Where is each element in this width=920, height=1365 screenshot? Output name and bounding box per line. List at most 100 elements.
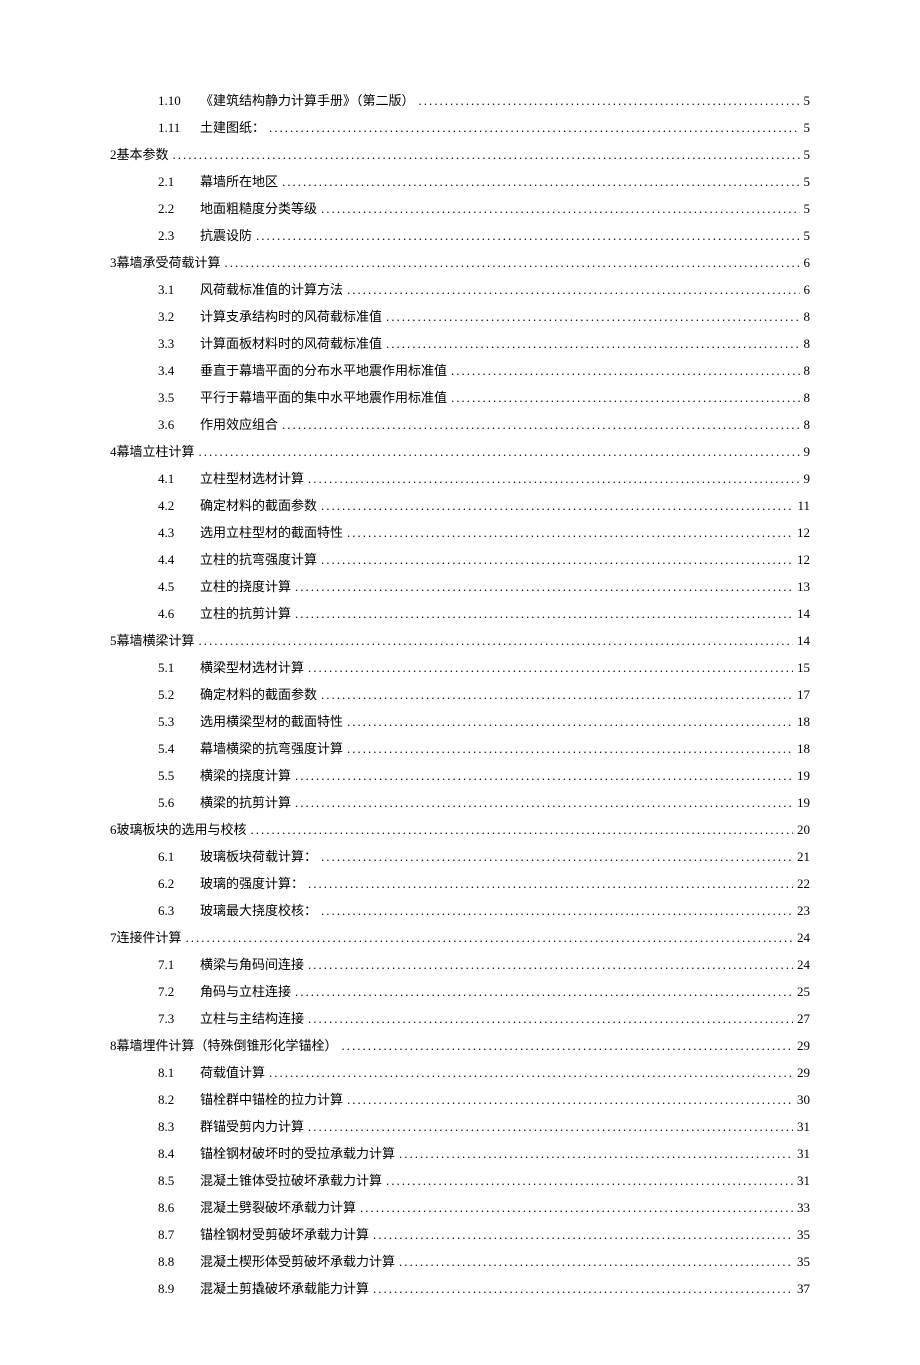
- toc-entry: 4.6立柱的抗剪计算14: [110, 603, 810, 622]
- toc-entry: 6 玻璃板块的选用与校核20: [110, 819, 810, 838]
- toc-leader-dots: [419, 93, 800, 109]
- toc-entry: 3.4垂直于幕墙平面的分布水平地震作用标准值8: [110, 360, 810, 379]
- toc-leader-dots: [295, 984, 793, 1000]
- table-of-contents: 1.10《建筑结构静力计算手册》（第二版）51.11土建图纸：52 基本参数52…: [110, 90, 810, 1297]
- toc-leader-dots: [342, 1038, 793, 1054]
- toc-entry-page: 30: [797, 1092, 810, 1108]
- toc-entry: 3.2计算支承结构时的风荷载标准值8: [110, 306, 810, 325]
- toc-entry-label: 《建筑结构静力计算手册》（第二版）: [200, 90, 415, 109]
- toc-entry-page: 20: [797, 822, 810, 838]
- toc-leader-dots: [347, 1092, 793, 1108]
- toc-entry-number: 8.5: [158, 1173, 200, 1189]
- toc-entry: 6.1玻璃板块荷载计算：21: [110, 846, 810, 865]
- toc-leader-dots: [321, 903, 793, 919]
- toc-entry: 7 连接件计算24: [110, 927, 810, 946]
- toc-entry-number: 6.3: [158, 903, 200, 919]
- toc-entry-number: 4.2: [158, 498, 200, 514]
- toc-leader-dots: [399, 1254, 793, 1270]
- toc-leader-dots: [321, 552, 793, 568]
- toc-leader-dots: [360, 1200, 793, 1216]
- toc-leader-dots: [282, 174, 799, 190]
- toc-entry-number: 3.5: [158, 390, 200, 406]
- toc-entry-label: 选用横梁型材的截面特性: [200, 711, 343, 730]
- toc-entry-number: 3.3: [158, 336, 200, 352]
- toc-leader-dots: [451, 390, 799, 406]
- toc-leader-dots: [308, 471, 799, 487]
- toc-entry: 4.4立柱的抗弯强度计算12: [110, 549, 810, 568]
- toc-entry: 4.1立柱型材选材计算9: [110, 468, 810, 487]
- toc-entry-label: 基本参数: [117, 144, 169, 163]
- toc-entry-number: 1.10: [158, 93, 200, 109]
- toc-leader-dots: [256, 228, 799, 244]
- toc-entry: 3.6作用效应组合8: [110, 414, 810, 433]
- toc-leader-dots: [347, 282, 799, 298]
- toc-leader-dots: [186, 930, 793, 946]
- toc-entry-page: 24: [797, 957, 810, 973]
- toc-entry-page: 5: [804, 174, 811, 190]
- toc-entry-number: 7.2: [158, 984, 200, 1000]
- toc-entry-number: 5.6: [158, 795, 200, 811]
- toc-entry-number: 8.2: [158, 1092, 200, 1108]
- toc-entry-page: 11: [797, 498, 810, 514]
- toc-leader-dots: [347, 741, 793, 757]
- toc-entry: 4 幕墙立柱计算9: [110, 441, 810, 460]
- toc-entry: 3.3计算面板材料时的风荷载标准值8: [110, 333, 810, 352]
- toc-leader-dots: [321, 201, 799, 217]
- toc-leader-dots: [199, 633, 793, 649]
- toc-entry-page: 6: [804, 282, 811, 298]
- toc-entry: 7.2角码与立柱连接25: [110, 981, 810, 1000]
- toc-entry: 4.2确定材料的截面参数11: [110, 495, 810, 514]
- toc-entry-page: 29: [797, 1065, 810, 1081]
- toc-entry-label: 幕墙所在地区: [200, 171, 278, 190]
- toc-entry-page: 33: [797, 1200, 810, 1216]
- toc-entry-number: 4.1: [158, 471, 200, 487]
- toc-leader-dots: [173, 147, 800, 163]
- toc-entry: 5.1横梁型材选材计算15: [110, 657, 810, 676]
- toc-entry-number: 8.7: [158, 1227, 200, 1243]
- toc-entry-number: 8.8: [158, 1254, 200, 1270]
- toc-entry-label: 横梁的挠度计算: [200, 765, 291, 784]
- toc-entry: 3 幕墙承受荷载计算6: [110, 252, 810, 271]
- toc-entry-label: 混凝土锥体受拉破坏承载力计算: [200, 1170, 382, 1189]
- toc-entry: 5.5横梁的挠度计算19: [110, 765, 810, 784]
- toc-entry-label: 玻璃最大挠度校核：: [200, 900, 317, 919]
- toc-entry-number: 4.3: [158, 525, 200, 541]
- toc-entry: 5.6横梁的抗剪计算19: [110, 792, 810, 811]
- toc-entry-number: 7.1: [158, 957, 200, 973]
- toc-leader-dots: [321, 687, 793, 703]
- toc-entry: 8.5混凝土锥体受拉破坏承载力计算31: [110, 1170, 810, 1189]
- toc-entry: 4.5立柱的挠度计算13: [110, 576, 810, 595]
- toc-entry: 2.3抗震设防5: [110, 225, 810, 244]
- toc-entry-number: 6.2: [158, 876, 200, 892]
- toc-entry-label: 垂直于幕墙平面的分布水平地震作用标准值: [200, 360, 447, 379]
- toc-entry-page: 22: [797, 876, 810, 892]
- toc-entry-label: 锚栓钢材受剪破坏承载力计算: [200, 1224, 369, 1243]
- toc-entry-number: 5.5: [158, 768, 200, 784]
- toc-entry-label: 立柱的抗弯强度计算: [200, 549, 317, 568]
- toc-entry-label: 混凝土楔形体受剪破坏承载力计算: [200, 1251, 395, 1270]
- toc-entry-label: 选用立柱型材的截面特性: [200, 522, 343, 541]
- toc-entry: 2.2地面粗糙度分类等级5: [110, 198, 810, 217]
- toc-entry-page: 18: [797, 741, 810, 757]
- toc-entry-label: 横梁型材选材计算: [200, 657, 304, 676]
- toc-entry-page: 24: [797, 930, 810, 946]
- toc-leader-dots: [269, 1065, 793, 1081]
- toc-leader-dots: [373, 1227, 793, 1243]
- toc-leader-dots: [269, 120, 799, 136]
- toc-entry-page: 13: [797, 579, 810, 595]
- toc-entry-page: 29: [797, 1038, 810, 1054]
- toc-entry-page: 12: [797, 525, 810, 541]
- toc-entry-page: 5: [804, 93, 811, 109]
- toc-entry-label: 角码与立柱连接: [200, 981, 291, 1000]
- toc-entry-label: 混凝土剪撬破坏承载能力计算: [200, 1278, 369, 1297]
- toc-entry-page: 31: [797, 1119, 810, 1135]
- toc-entry-label: 连接件计算: [117, 927, 182, 946]
- toc-entry-number: 2.3: [158, 228, 200, 244]
- toc-entry: 8.4锚栓钢材破坏时的受拉承载力计算31: [110, 1143, 810, 1162]
- toc-entry-label: 幕墙埋件计算（特殊倒锥形化学锚栓）: [117, 1035, 338, 1054]
- toc-entry: 7.1横梁与角码间连接24: [110, 954, 810, 973]
- toc-entry-number: 8.9: [158, 1281, 200, 1297]
- toc-entry-page: 5: [804, 201, 811, 217]
- toc-leader-dots: [451, 363, 799, 379]
- toc-leader-dots: [321, 498, 793, 514]
